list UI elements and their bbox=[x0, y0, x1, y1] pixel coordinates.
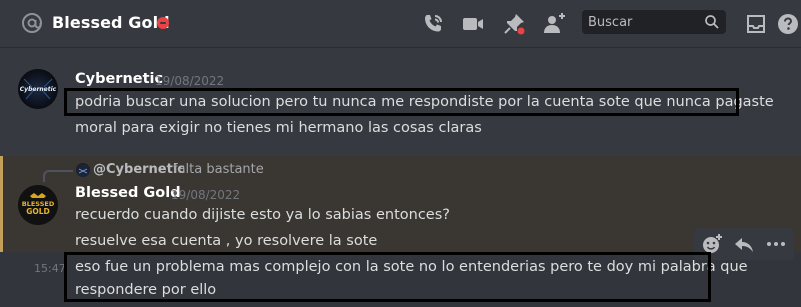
message-timestamp: 19/08/2022 bbox=[171, 188, 241, 202]
svg-text:Cybernetic: Cybernetic bbox=[20, 86, 57, 93]
channel-title: Blessed Gold bbox=[52, 13, 170, 32]
message-text: moral para exigir no tienes mi hermano l… bbox=[75, 120, 482, 136]
hover-timestamp: 15:47 bbox=[34, 262, 66, 275]
search-box[interactable] bbox=[582, 10, 726, 34]
avatar[interactable]: Cybernetic bbox=[18, 69, 58, 109]
message-text: resuelve esa cuenta , yo resolvere la so… bbox=[75, 233, 378, 249]
inbox-icon[interactable] bbox=[744, 12, 768, 36]
reply-icon[interactable] bbox=[732, 232, 756, 256]
message-author[interactable]: Cybernetic bbox=[75, 71, 163, 87]
more-options-icon[interactable] bbox=[764, 232, 788, 256]
message-author[interactable]: Blessed Gold bbox=[75, 185, 181, 201]
annotation-box bbox=[64, 88, 739, 116]
cybernetic-logo-icon: Cybernetic bbox=[20, 78, 57, 100]
svg-text:GOLD: GOLD bbox=[26, 207, 50, 216]
search-icon bbox=[705, 15, 719, 29]
reply-author[interactable]: @Cybernetic bbox=[93, 162, 185, 177]
phone-call-icon[interactable] bbox=[421, 12, 445, 36]
message-text: recuerdo cuando dijiste esto ya lo sabia… bbox=[75, 207, 450, 223]
video-call-icon[interactable] bbox=[461, 12, 485, 36]
reply-spine bbox=[43, 170, 73, 182]
avatar[interactable]: BLESSED GOLD bbox=[18, 185, 58, 225]
at-sign-icon bbox=[22, 13, 42, 33]
blessed-gold-logo-icon: BLESSED GOLD bbox=[18, 185, 58, 225]
annotation-box bbox=[64, 252, 711, 302]
add-friends-to-dm-icon[interactable] bbox=[542, 12, 566, 36]
search-input[interactable] bbox=[582, 10, 702, 34]
message-timestamp: 19/08/2022 bbox=[155, 74, 225, 88]
pinned-messages-icon[interactable] bbox=[502, 12, 526, 36]
channel-header: Blessed Gold bbox=[0, 0, 801, 48]
reply-avatar[interactable] bbox=[76, 163, 90, 177]
dnd-status-icon bbox=[157, 17, 169, 29]
help-icon[interactable] bbox=[776, 12, 800, 36]
reply-snippet[interactable]: falta bastante bbox=[173, 162, 264, 177]
